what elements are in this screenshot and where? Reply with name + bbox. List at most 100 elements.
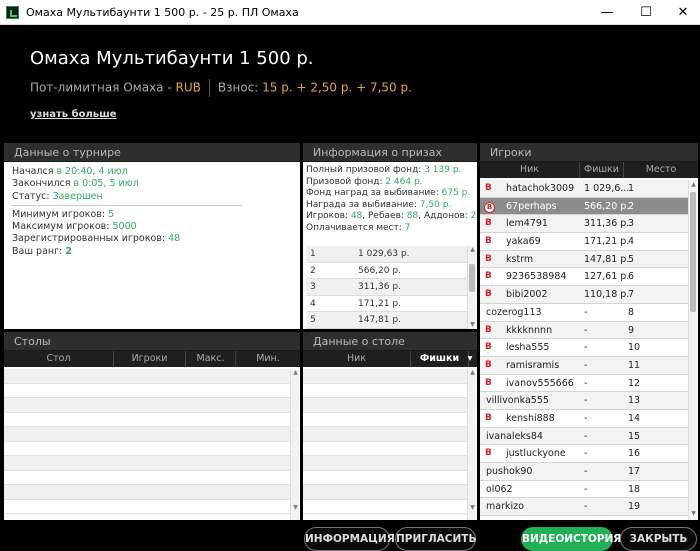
learn-more-link[interactable]: узнать больше [30,109,117,120]
col-players[interactable]: Игроки [114,351,186,367]
scroll-up-icon[interactable]: ▲ [468,369,477,377]
payout-amount: 311,36 р. [358,282,401,292]
player-row[interactable]: pushok90 - 17 [480,463,688,481]
scroll-down-icon[interactable]: ▼ [291,504,300,512]
player-chips: - [584,395,588,407]
table-data-scrollbar[interactable]: ▲ ▼ [467,369,476,520]
player-row[interactable]: ol062 - 18 [480,481,688,499]
player-row[interactable]: markizo - 19 [480,498,688,517]
ended-label: Закончился [12,178,74,190]
player-nick: ivanaleks84 [486,430,543,442]
player-chips: - [584,324,588,336]
player-row[interactable]: Bivanov555666- 12 [480,375,688,393]
bounty-icon: B [485,289,492,300]
paid-places-value: 7 [404,222,411,233]
players-scrollbar[interactable]: ▲ ▼ [688,180,697,520]
payout-place: 5 [310,315,316,325]
info-button[interactable]: ИНФОРМАЦИЯ [304,527,395,551]
sort-down-icon[interactable]: ▾ [463,351,477,367]
player-row[interactable]: Bhatachok3009 1 029,6... 1 [480,180,688,198]
ended-line: Закончился в 0:05, 5 июл [12,178,292,190]
player-row[interactable]: ivanaleks84 - 15 [480,427,688,446]
scroll-down-icon[interactable]: ▼ [468,504,477,512]
player-row[interactable]: Bjustluckyone - 16 [480,445,688,463]
player-nick: villivonka555 [486,395,549,407]
table-data-column-header: Ник Фишки ▾ [303,351,477,367]
player-chips: - [584,342,588,354]
close-icon[interactable]: ✕ [660,0,700,25]
player-chips: 566,20 р. [584,200,630,212]
col-table[interactable]: Стол [4,351,114,367]
scroll-thumb[interactable] [690,192,696,312]
registered-value: 48 [168,233,181,245]
scroll-up-icon[interactable]: ▲ [468,246,477,254]
video-history-button[interactable]: ВИДЕОИСТОРИЯ [521,527,621,551]
player-row[interactable]: B 9236538984 127,61 р. 6 [480,268,688,287]
game-type: Пот-лимитная Омаха - [30,80,176,95]
col-nick[interactable]: Ник [480,162,580,178]
scroll-up-icon[interactable]: ▲ [291,369,300,377]
player-nick: kstrm [506,253,534,265]
player-place: 6 [628,271,635,283]
player-row[interactable]: B 67perhaps 566,20 р. 2 [480,197,688,216]
player-place: 5 [628,253,635,265]
col-place[interactable]: Место [624,162,698,178]
bounty-icon: B [485,253,492,264]
player-nick: yaka69 [506,236,541,248]
player-row[interactable]: Bbibi2002 110,18 р. 7 [480,286,688,304]
player-place: 15 [628,430,641,442]
close-button[interactable]: ЗАКРЫТЬ [620,527,697,551]
ko-fund-value: 675 р. [441,188,471,199]
col-chips[interactable]: Фишки [580,162,624,178]
invite-button[interactable]: ПРИГЛАСИТЬ [395,527,476,551]
player-row[interactable]: Byaka69 171,21 р. 4 [480,233,688,251]
prize-pool-label: Призовой фонд: [306,176,386,187]
prize-info-panel: Информация о призах Полный призовой фонд… [303,143,477,329]
player-place: 18 [628,483,641,495]
player-row[interactable]: Bkenshi888 - 14 [480,410,688,428]
payout-amount: 171,21 р. [358,298,401,309]
scroll-down-icon[interactable]: ▼ [689,510,698,518]
panel-header: Игроки [480,143,698,162]
player-place: 17 [628,466,641,477]
player-place: 10 [628,342,641,354]
player-nick: 9236538984 [506,271,567,283]
player-place: 11 [628,359,641,371]
min-players-line: Минимум игроков: 5 [12,209,292,221]
buyin-label: Взнос: [217,80,263,95]
player-row[interactable]: Blesha555 - 10 [480,339,688,357]
player-row[interactable]: Blem4791 311,36 р. 3 [480,215,688,234]
min-players-value: 5 [108,208,115,220]
entries-line: Игроков: 48, Ребаев: 88, Аддонов: 21 [306,211,477,223]
player-chips: - [584,466,588,477]
col-chips[interactable]: Фишки [411,351,469,367]
player-row[interactable]: villivonka555 - 13 [480,392,688,410]
player-row[interactable]: Bramisramis - 11 [480,356,688,375]
col-min[interactable]: Мин. [236,351,300,367]
payout-amount: 147,81 р. [358,315,401,325]
payout-place: 1 [310,249,316,259]
player-chips: 1 029,6... [584,183,630,194]
paid-places-line: Оплачивается мест: 7 [306,223,474,235]
scroll-up-icon[interactable]: ▲ [689,181,698,189]
panel-header: Данные о столе [303,332,477,351]
player-row[interactable]: Bkstrm 147,81 р. 5 [480,250,688,269]
payout-row: 4 171,21 р. [306,296,467,312]
col-max[interactable]: Макс. [186,351,236,367]
player-nick: ol062 [486,483,513,495]
scroll-thumb[interactable] [469,264,475,292]
col-nick[interactable]: Ник [303,351,411,367]
tables-scrollbar[interactable]: ▲ ▼ [290,369,299,520]
scroll-down-icon[interactable]: ▼ [468,321,477,329]
bounty-icon: B [485,448,492,459]
started-line: Начался в 20:40, 4 июл [12,166,292,178]
player-row[interactable]: Bkkkknnnn - 9 [480,321,688,340]
currency: RUB [175,80,201,95]
divider [208,79,210,97]
entries-value: 48 [350,211,363,222]
total-pool-value: 3 139 р. [424,165,462,175]
player-row[interactable]: cozerog113 - 8 [480,304,688,322]
payout-scrollbar[interactable]: ▲ ▼ [467,246,476,329]
player-place: 14 [628,412,641,424]
player-chips: - [584,377,588,389]
